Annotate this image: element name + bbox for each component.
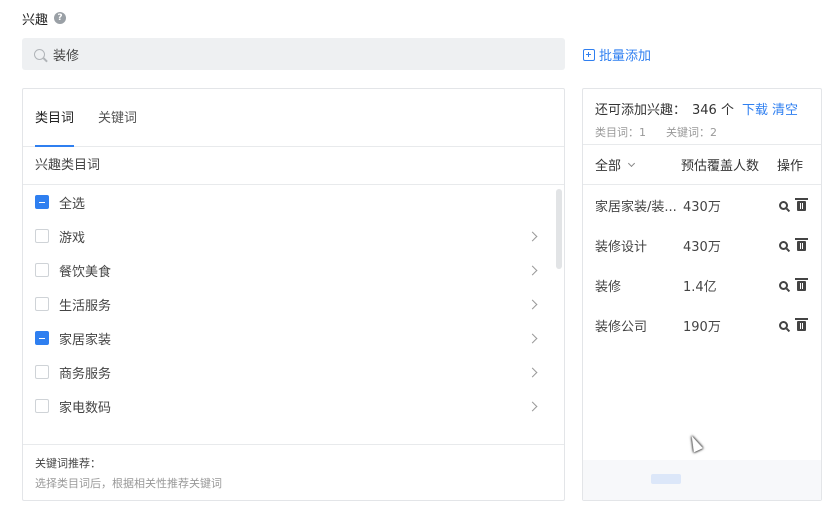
list-item-home-decor[interactable]: 家居家装 bbox=[23, 321, 564, 355]
checkbox[interactable] bbox=[35, 399, 49, 413]
row-name: 装修 bbox=[595, 279, 622, 295]
interest-search-box[interactable] bbox=[22, 38, 565, 70]
list-item-label: 生活服务 bbox=[59, 298, 112, 314]
remaining-count: 346 个 bbox=[692, 103, 734, 118]
row-coverage: 1.4亿 bbox=[683, 279, 717, 295]
remaining-label: 还可添加兴趣： bbox=[595, 103, 687, 118]
row-coverage: 190万 bbox=[683, 319, 721, 335]
footer-button[interactable] bbox=[651, 474, 681, 484]
list-item-label: 家居家装 bbox=[59, 332, 112, 348]
count-line: 类目词：1 关键词：2 bbox=[595, 124, 809, 140]
row-coverage: 430万 bbox=[683, 239, 721, 255]
download-link[interactable]: 下载 bbox=[742, 99, 768, 118]
tab-keywords[interactable]: 关键词 bbox=[98, 107, 137, 146]
row-coverage: 430万 bbox=[683, 199, 721, 215]
ops-header: 操作 bbox=[777, 159, 804, 174]
interest-search-input[interactable] bbox=[53, 46, 533, 62]
trash-icon[interactable] bbox=[795, 318, 808, 331]
chevron-right-icon[interactable] bbox=[527, 401, 538, 411]
category-list: 全选 游戏 餐饮美食 生活服务 家居家装 商务服务 家电数码 bbox=[23, 185, 564, 443]
row-actions bbox=[777, 238, 817, 251]
add-square-icon bbox=[583, 48, 595, 61]
table-row: 家居家装/装... 430万 bbox=[583, 185, 821, 225]
selected-interests-panel: 还可添加兴趣： 346 个 下载 清空 类目词：1 关键词：2 全部 预估覆盖人… bbox=[582, 88, 822, 501]
row-name: 装修公司 bbox=[595, 319, 648, 335]
trash-icon[interactable] bbox=[795, 278, 808, 291]
checkbox[interactable] bbox=[35, 331, 49, 345]
search-icon[interactable] bbox=[779, 320, 788, 330]
row-actions bbox=[777, 318, 817, 331]
field-header: 兴趣 ? bbox=[22, 8, 67, 28]
list-item-select-all[interactable]: 全选 bbox=[23, 185, 564, 219]
chevron-right-icon[interactable] bbox=[527, 367, 538, 377]
table-row: 装修公司 190万 bbox=[583, 305, 821, 345]
search-icon[interactable] bbox=[779, 280, 788, 290]
keyword-recommendation: 关键词推荐： 选择类目词后，根据相关性推荐关键词 bbox=[23, 444, 564, 500]
recommend-hint: 选择类目词后，根据相关性推荐关键词 bbox=[35, 477, 222, 490]
tab-category-words[interactable]: 类目词 bbox=[35, 107, 75, 147]
chevron-right-icon[interactable] bbox=[527, 265, 538, 275]
row-name: 家居家装/装... bbox=[595, 199, 677, 215]
row-name: 装修设计 bbox=[595, 239, 648, 255]
coverage-header: 预估覆盖人数 bbox=[681, 159, 760, 174]
row-actions bbox=[777, 198, 817, 211]
category-count: 类目词：1 bbox=[595, 126, 646, 139]
list-item-electronics[interactable]: 家电数码 bbox=[23, 389, 564, 423]
section-label: 兴趣类目词 bbox=[23, 147, 564, 185]
checkbox[interactable] bbox=[35, 297, 49, 311]
list-item-games[interactable]: 游戏 bbox=[23, 219, 564, 253]
search-icon bbox=[34, 48, 45, 60]
keyword-count: 关键词：2 bbox=[666, 126, 717, 139]
selected-table-header: 全部 预估覆盖人数 操作 bbox=[583, 145, 821, 185]
recommend-title: 关键词推荐： bbox=[35, 457, 101, 470]
list-item-business-services[interactable]: 商务服务 bbox=[23, 355, 564, 389]
list-item-label: 全选 bbox=[59, 196, 86, 212]
list-item-label: 家电数码 bbox=[59, 400, 112, 416]
search-icon[interactable] bbox=[779, 240, 788, 250]
checkbox[interactable] bbox=[35, 365, 49, 379]
clear-link[interactable]: 清空 bbox=[772, 99, 798, 118]
chevron-right-icon[interactable] bbox=[527, 333, 538, 343]
trash-icon[interactable] bbox=[795, 198, 808, 211]
remaining-line: 还可添加兴趣： 346 个 下载 清空 bbox=[595, 99, 809, 118]
chevron-right-icon[interactable] bbox=[527, 231, 538, 241]
checkbox[interactable] bbox=[35, 229, 49, 243]
filter-all-label: 全部 bbox=[595, 159, 622, 174]
selected-summary: 还可添加兴趣： 346 个 下载 清空 类目词：1 关键词：2 bbox=[583, 89, 821, 145]
chevron-down-icon bbox=[627, 159, 636, 167]
chevron-right-icon[interactable] bbox=[527, 299, 538, 309]
tab-bar: 类目词 关键词 bbox=[23, 89, 564, 147]
help-icon[interactable]: ? bbox=[54, 12, 67, 24]
trash-icon[interactable] bbox=[795, 238, 808, 251]
table-row: 装修设计 430万 bbox=[583, 225, 821, 265]
checkbox[interactable] bbox=[35, 195, 49, 209]
bulk-add-button[interactable]: 批量添加 bbox=[583, 45, 651, 64]
filter-all-dropdown[interactable]: 全部 bbox=[595, 155, 681, 174]
table-row: 装修 1.4亿 bbox=[583, 265, 821, 305]
checkbox[interactable] bbox=[35, 263, 49, 277]
list-item-label: 餐饮美食 bbox=[59, 264, 112, 280]
list-item-label: 游戏 bbox=[59, 230, 86, 246]
list-scrollbar[interactable] bbox=[556, 189, 562, 269]
field-title: 兴趣 bbox=[22, 12, 49, 28]
list-item-life-services[interactable]: 生活服务 bbox=[23, 287, 564, 321]
interest-selector-panel: 类目词 关键词 兴趣类目词 全选 游戏 餐饮美食 生活服务 家居家装 商务服务 … bbox=[22, 88, 565, 501]
list-item-food[interactable]: 餐饮美食 bbox=[23, 253, 564, 287]
search-icon[interactable] bbox=[779, 200, 788, 210]
row-actions bbox=[777, 278, 817, 291]
list-item-label: 商务服务 bbox=[59, 366, 112, 382]
bulk-add-label: 批量添加 bbox=[599, 49, 652, 64]
panel-footer bbox=[583, 460, 821, 500]
